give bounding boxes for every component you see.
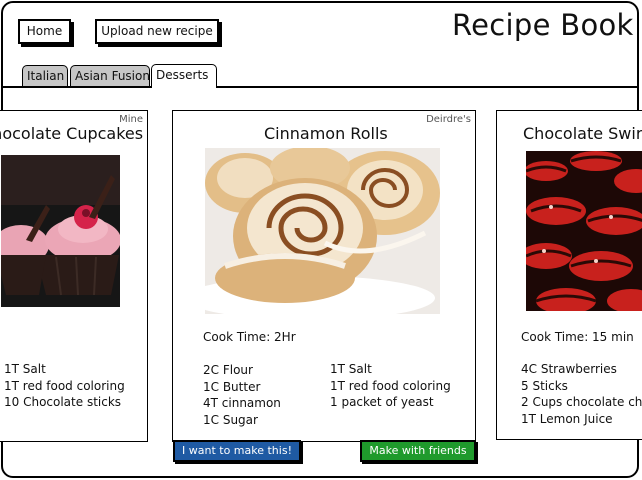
tab-desserts[interactable]: Desserts bbox=[151, 64, 217, 88]
ingredient-item: 10 Chocolate sticks bbox=[4, 395, 122, 409]
app-title: Recipe Book bbox=[452, 8, 634, 42]
ingredient-item: 1C Sugar bbox=[203, 412, 258, 427]
ingredient-item: 2 Cups chocolate chips bbox=[521, 395, 642, 409]
make-with-friends-button[interactable]: Make with friends bbox=[360, 440, 476, 462]
recipe-title: Chocolate Swirl bbox=[523, 124, 642, 143]
recipe-carousel: Mine Chocolate Cupcakes 1T Salt bbox=[0, 86, 642, 480]
ingredient-item: 4C Strawberries bbox=[521, 362, 617, 376]
tab-asian-fusion[interactable]: Asian Fusion bbox=[70, 65, 150, 87]
home-button[interactable]: Home bbox=[18, 19, 71, 44]
recipe-photo-strawberries bbox=[526, 151, 642, 311]
recipe-owner: Deirdre's bbox=[426, 114, 471, 125]
ingredient-item: 1T red food coloring bbox=[330, 378, 451, 393]
recipe-photo-cupcakes bbox=[1, 155, 120, 307]
cinnamon-rolls-image bbox=[205, 148, 440, 314]
ingredient-item: 1T Lemon Juice bbox=[521, 411, 613, 426]
ingredient-item: 1C Butter bbox=[203, 379, 261, 394]
ingredient-item: 2C Flour bbox=[203, 363, 253, 377]
cook-time: Cook Time: 15 min bbox=[521, 330, 634, 344]
ingredient-item: 5 Sticks bbox=[521, 378, 568, 393]
ingredient-item: 1T Salt bbox=[330, 362, 372, 376]
cook-time: Cook Time: 2Hr bbox=[203, 330, 296, 344]
ingredient-list-col2: 1T Salt 1T red food coloring 1 packet of… bbox=[330, 361, 451, 411]
recipe-title: Cinnamon Rolls bbox=[264, 124, 388, 143]
recipe-card-chocolate-swirl[interactable]: Chocolate Swirl Cook Time: 15 min 4C Str… bbox=[496, 110, 642, 440]
ingredient-item: 4T cinnamon bbox=[203, 396, 281, 410]
upload-recipe-button[interactable]: Upload new recipe bbox=[95, 19, 219, 44]
recipe-card-cinnamon-rolls[interactable]: Deirdre's Cinnamon Rolls Cook Time: 2Hr bbox=[172, 110, 476, 442]
make-this-button[interactable]: I want to make this! bbox=[173, 440, 301, 462]
recipe-photo-cinnamon-rolls bbox=[205, 148, 440, 314]
strawberries-image bbox=[526, 151, 642, 311]
ingredient-item: 1T Salt bbox=[4, 362, 46, 376]
recipe-card-chocolate-cupcakes[interactable]: Mine Chocolate Cupcakes 1T Salt bbox=[0, 110, 148, 442]
tab-italian[interactable]: Italian bbox=[22, 65, 68, 87]
ingredient-item: 1T red food coloring bbox=[4, 378, 125, 393]
cupcakes-image bbox=[1, 155, 120, 307]
ingredient-item: 1 packet of yeast bbox=[330, 395, 434, 409]
ingredient-list: 4C Strawberries 5 Sticks 2 Cups chocolat… bbox=[521, 361, 642, 427]
recipe-title: Chocolate Cupcakes bbox=[0, 124, 144, 143]
ingredient-list-col1: 2C Flour 1C Butter 4T cinnamon 1C Sugar bbox=[203, 362, 281, 428]
ingredient-list: 1T Salt 1T red food coloring 10 Chocolat… bbox=[4, 361, 125, 411]
